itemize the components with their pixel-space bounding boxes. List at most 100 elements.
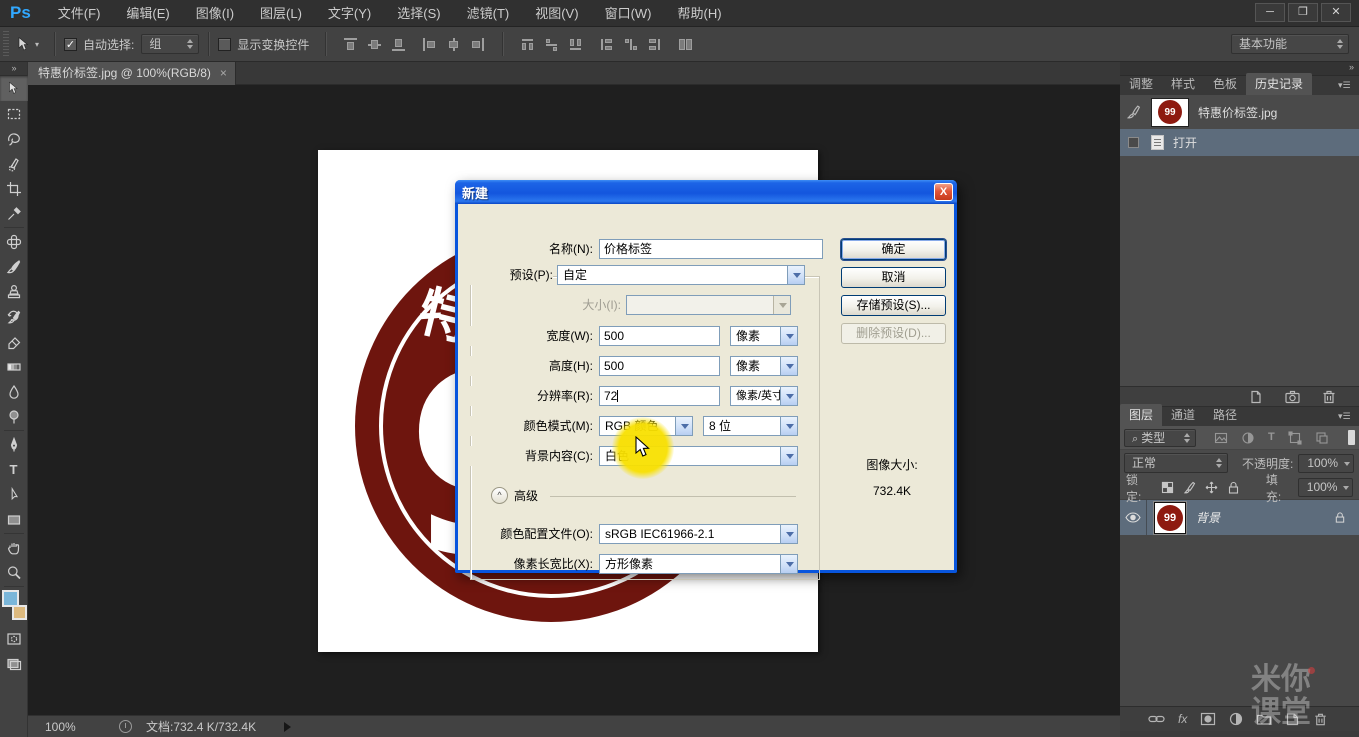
lock-image-pixels-icon[interactable] xyxy=(1183,481,1196,494)
tab-paths[interactable]: 路径 xyxy=(1204,404,1246,426)
tab-history[interactable]: 历史记录 xyxy=(1246,73,1312,95)
visibility-cell[interactable] xyxy=(1120,500,1147,535)
layer-filter-dropdown[interactable]: ⌕ 类型 xyxy=(1124,429,1196,447)
align-vertical-centers-icon[interactable] xyxy=(367,37,382,52)
layer-name[interactable]: 背景 xyxy=(1196,509,1334,526)
lasso-tool[interactable] xyxy=(0,126,28,151)
tab-layers[interactable]: 图层 xyxy=(1120,404,1162,426)
tab-styles[interactable]: 样式 xyxy=(1162,73,1204,95)
type-layer-filter-icon[interactable]: T xyxy=(1268,431,1275,445)
path-selection-tool[interactable] xyxy=(0,482,28,507)
color-profile-dropdown[interactable]: sRGB IEC61966-2.1 xyxy=(599,524,798,544)
auto-select-checkbox[interactable]: ✓ xyxy=(64,38,77,51)
eyedropper-tool[interactable] xyxy=(0,201,28,226)
type-tool[interactable]: T xyxy=(0,457,28,482)
history-step-checkbox[interactable] xyxy=(1128,137,1139,148)
shape-layer-filter-icon[interactable] xyxy=(1288,431,1302,445)
status-flyout-arrow-icon[interactable] xyxy=(284,722,291,732)
show-transform-checkbox[interactable] xyxy=(218,38,231,51)
move-tool[interactable] xyxy=(0,76,28,101)
gradient-tool[interactable] xyxy=(0,354,28,379)
lock-position-icon[interactable] xyxy=(1205,481,1218,494)
clone-stamp-tool[interactable] xyxy=(0,279,28,304)
pen-tool[interactable] xyxy=(0,432,28,457)
menu-layer[interactable]: 图层(L) xyxy=(247,0,315,27)
distribute-horizontal-icon[interactable] xyxy=(623,37,638,52)
history-brush-tool[interactable] xyxy=(0,304,28,329)
minimize-button[interactable]: ─ xyxy=(1255,3,1285,22)
auto-align-icon[interactable] xyxy=(678,37,693,52)
current-tool-button[interactable]: ▾ xyxy=(15,36,39,53)
tab-close-icon[interactable]: × xyxy=(220,62,227,85)
close-button[interactable]: ✕ xyxy=(1321,3,1351,22)
distribute-vertical-icon[interactable] xyxy=(544,37,559,52)
align-left-edges-icon[interactable] xyxy=(422,37,437,52)
menu-help[interactable]: 帮助(H) xyxy=(665,0,735,27)
menu-edit[interactable]: 编辑(E) xyxy=(113,0,182,27)
tab-swatches[interactable]: 色板 xyxy=(1204,73,1246,95)
distribute-bottom-icon[interactable] xyxy=(568,37,583,52)
eraser-tool[interactable] xyxy=(0,329,28,354)
foreground-color-swatch[interactable] xyxy=(2,590,19,607)
align-horizontal-centers-icon[interactable] xyxy=(446,37,461,52)
menu-select[interactable]: 选择(S) xyxy=(384,0,453,27)
color-mode-dropdown[interactable]: RGB 颜色 xyxy=(599,416,693,436)
pixel-aspect-dropdown[interactable]: 方形像素 xyxy=(599,554,798,574)
workspace-switcher[interactable]: 基本功能 xyxy=(1231,34,1349,54)
ok-button[interactable]: 确定 xyxy=(841,239,946,260)
menu-file[interactable]: 文件(F) xyxy=(45,0,114,27)
cancel-button[interactable]: 取消 xyxy=(841,267,946,288)
bit-depth-dropdown[interactable]: 8 位 xyxy=(703,416,798,436)
link-layers-icon[interactable] xyxy=(1148,712,1165,726)
align-bottom-edges-icon[interactable] xyxy=(391,37,406,52)
toolbar-collapse-icon[interactable]: » xyxy=(0,62,27,76)
width-input[interactable]: 500 xyxy=(599,326,720,346)
brush-tool[interactable] xyxy=(0,254,28,279)
rectangle-tool[interactable] xyxy=(0,507,28,532)
layer-filter-toggle[interactable] xyxy=(1348,430,1355,445)
distribute-left-icon[interactable] xyxy=(599,37,614,52)
auto-select-dropdown[interactable]: 组 xyxy=(141,34,199,54)
quick-selection-tool[interactable] xyxy=(0,151,28,176)
crop-tool[interactable] xyxy=(0,176,28,201)
dialog-title-bar[interactable]: 新建 X xyxy=(455,180,957,204)
opacity-field[interactable]: 100% xyxy=(1298,454,1354,473)
zoom-tool[interactable] xyxy=(0,560,28,585)
tab-adjustments[interactable]: 调整 xyxy=(1120,73,1162,95)
panel-menu-icon[interactable]: ▾☰ xyxy=(1338,411,1354,422)
menu-image[interactable]: 图像(I) xyxy=(183,0,247,27)
fill-field[interactable]: 100% xyxy=(1298,478,1353,497)
restore-button[interactable]: ❐ xyxy=(1288,3,1318,22)
name-input[interactable]: 价格标签 xyxy=(599,239,823,259)
resolution-input[interactable]: 72 xyxy=(599,386,720,406)
panel-menu-icon[interactable]: ▾☰ xyxy=(1338,80,1354,91)
resolution-unit-dropdown[interactable]: 像素/英寸 xyxy=(730,386,798,406)
screen-mode-button[interactable] xyxy=(0,651,28,676)
menu-filter[interactable]: 滤镜(T) xyxy=(454,0,523,27)
new-document-from-state-icon[interactable] xyxy=(1248,389,1264,405)
smart-object-filter-icon[interactable] xyxy=(1315,431,1329,445)
hand-tool[interactable] xyxy=(0,535,28,560)
advanced-collapse-button[interactable]: ^ xyxy=(491,487,508,504)
dodge-tool[interactable] xyxy=(0,404,28,429)
new-snapshot-icon[interactable] xyxy=(1284,389,1301,405)
background-color-swatch[interactable] xyxy=(12,605,27,620)
dock-collapse-icon[interactable]: » xyxy=(1349,62,1353,72)
spot-healing-brush-tool[interactable] xyxy=(0,229,28,254)
width-unit-dropdown[interactable]: 像素 xyxy=(730,326,798,346)
new-group-icon[interactable] xyxy=(1256,712,1272,726)
lock-transparent-pixels-icon[interactable] xyxy=(1161,481,1174,494)
adjustment-layer-filter-icon[interactable] xyxy=(1241,431,1255,445)
height-input[interactable]: 500 xyxy=(599,356,720,376)
new-layer-icon[interactable] xyxy=(1285,712,1300,726)
quick-mask-button[interactable] xyxy=(0,626,28,651)
zoom-level-field[interactable]: 100% xyxy=(45,720,97,734)
tab-channels[interactable]: 通道 xyxy=(1162,404,1204,426)
align-right-edges-icon[interactable] xyxy=(470,37,485,52)
delete-layer-icon[interactable] xyxy=(1313,712,1328,727)
save-preset-button[interactable]: 存储预设(S)... xyxy=(841,295,946,316)
lock-all-icon[interactable] xyxy=(1227,481,1240,494)
layer-row-background[interactable]: 99 背景 xyxy=(1120,500,1359,535)
height-unit-dropdown[interactable]: 像素 xyxy=(730,356,798,376)
align-top-edges-icon[interactable] xyxy=(343,37,358,52)
